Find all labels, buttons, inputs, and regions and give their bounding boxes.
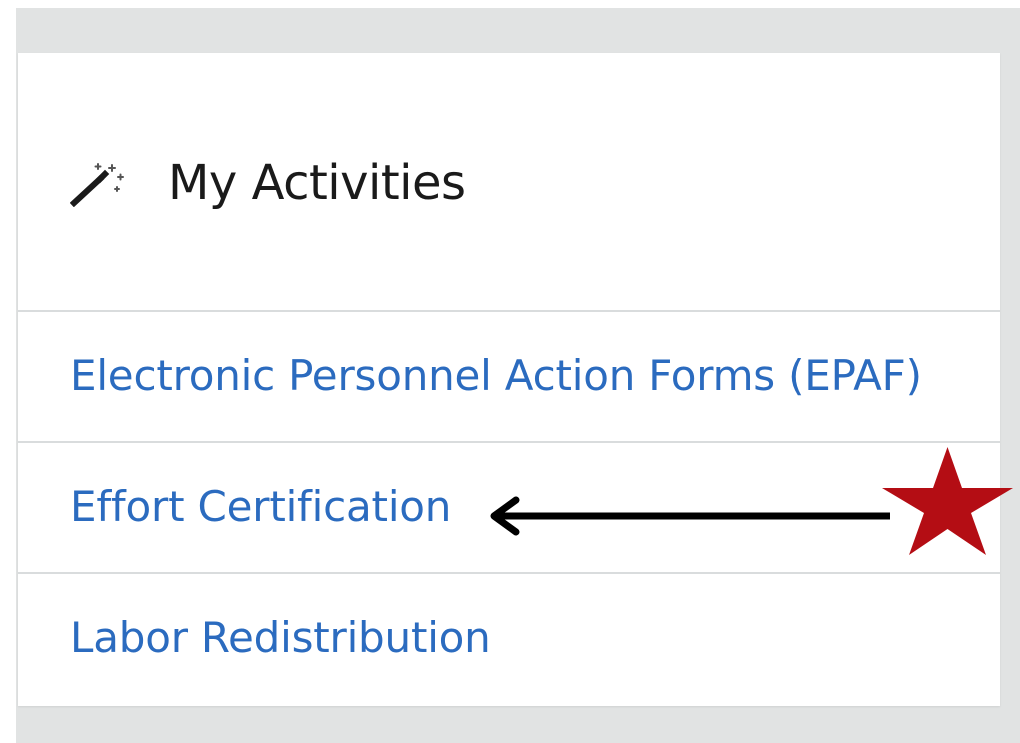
- annotation-arrow-icon: [484, 496, 894, 536]
- card-header: My Activities: [18, 53, 1000, 311]
- activity-link-effort-certification[interactable]: Effort Certification: [70, 477, 451, 537]
- magic-wand-icon: [69, 161, 126, 208]
- panel-title: My Activities: [168, 155, 466, 211]
- annotation-star-icon: [880, 445, 1015, 557]
- activity-item-epaf[interactable]: Electronic Personnel Action Forms (EPAF): [18, 310, 1000, 440]
- activity-link-epaf[interactable]: Electronic Personnel Action Forms (EPAF): [70, 346, 922, 406]
- activity-link-labor-redistribution[interactable]: Labor Redistribution: [70, 608, 491, 668]
- activity-item-labor-redistribution[interactable]: Labor Redistribution: [18, 572, 1000, 706]
- my-activities-card: My Activities Electronic Personnel Actio…: [18, 53, 1000, 706]
